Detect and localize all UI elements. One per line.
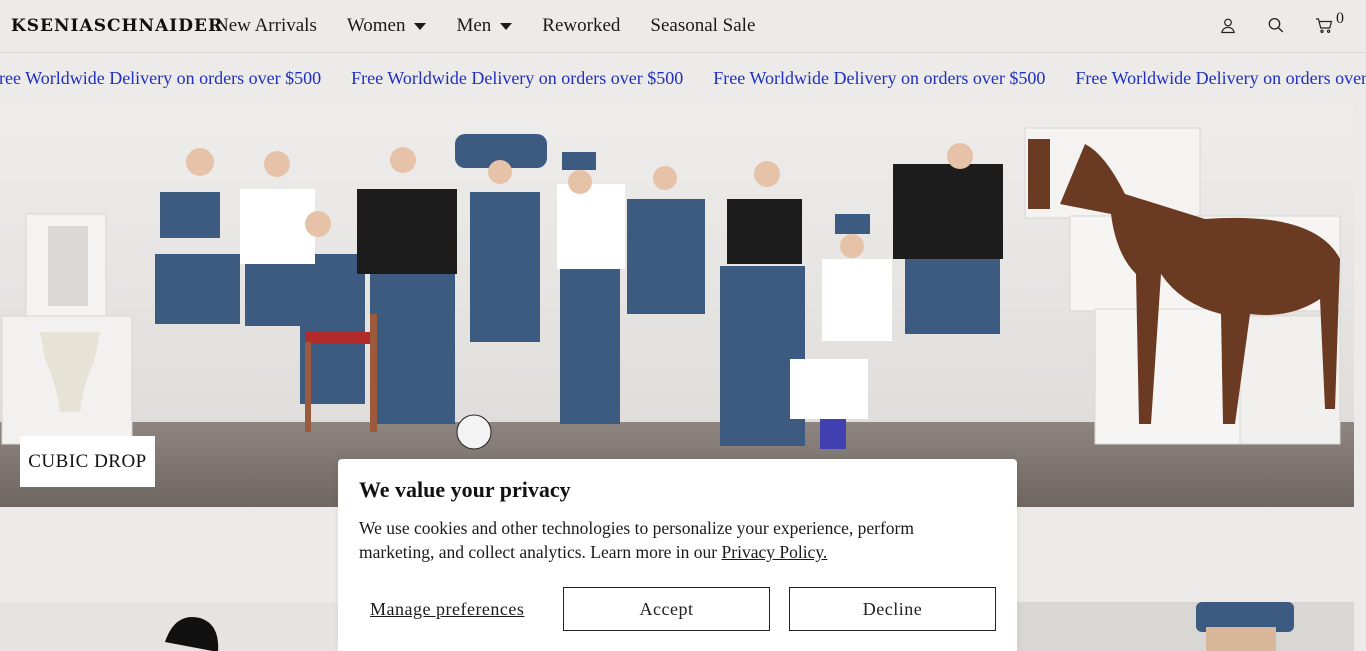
nav-label: Women — [346, 15, 406, 36]
delivery-marquee: Free Worldwide Delivery on orders over $… — [0, 54, 1366, 104]
site-header: KSENIASCHNAIDER New Arrivals Women Men R… — [0, 0, 1366, 53]
marquee-item: Free Worldwide Delivery on orders over $… — [351, 68, 684, 88]
user-icon[interactable] — [1219, 16, 1237, 34]
caret-down-icon — [500, 22, 513, 30]
cookie-body-text: We use cookies and other technologies to… — [359, 518, 914, 562]
hero-photo — [0, 104, 1354, 507]
accept-button[interactable]: Accept — [563, 587, 770, 631]
main-nav: New Arrivals Women Men Reworked Seasonal… — [215, 15, 785, 37]
privacy-policy-link[interactable]: Privacy Policy. — [722, 542, 828, 562]
hero-label[interactable]: CUBIC DROP — [20, 436, 155, 487]
nav-seasonal-sale[interactable]: Seasonal Sale — [650, 15, 755, 37]
marquee-item: Free Worldwide Delivery on orders over $… — [1075, 68, 1366, 88]
nav-label: Seasonal Sale — [650, 15, 756, 36]
cookie-body: We use cookies and other technologies to… — [359, 516, 959, 564]
product-image — [1196, 602, 1294, 651]
cookie-consent-dialog: We value your privacy We use cookies and… — [338, 459, 1017, 651]
nav-women[interactable]: Women — [347, 15, 427, 37]
nav-label: Reworked — [542, 15, 621, 36]
product-image — [165, 617, 219, 651]
marquee-item: Free Worldwide Delivery on orders over $… — [713, 68, 1046, 88]
cookie-title: We value your privacy — [359, 477, 571, 502]
header-icons: 0 — [1219, 10, 1344, 34]
caret-down-icon — [414, 22, 427, 30]
marquee-item: Free Worldwide Delivery on orders over $… — [0, 68, 322, 88]
nav-reworked[interactable]: Reworked — [542, 15, 620, 37]
product-tile-right[interactable] — [1016, 602, 1354, 651]
marquee-track: Free Worldwide Delivery on orders over $… — [0, 68, 1366, 89]
search-icon[interactable] — [1267, 16, 1285, 34]
nav-new-arrivals[interactable]: New Arrivals — [215, 15, 317, 37]
manage-preferences-button[interactable]: Manage preferences — [370, 599, 524, 620]
cart-count: 0 — [1336, 10, 1344, 27]
nav-men[interactable]: Men — [456, 15, 513, 37]
hero-banner[interactable]: CUBIC DROP — [0, 104, 1354, 507]
site-logo[interactable]: KSENIASCHNAIDER — [11, 16, 223, 36]
cart-icon — [1316, 18, 1333, 33]
product-tile-left[interactable] — [0, 602, 338, 651]
nav-label: New Arrivals — [215, 15, 317, 36]
nav-label: Men — [456, 15, 492, 36]
cart-button[interactable]: 0 — [1315, 10, 1344, 34]
decline-button[interactable]: Decline — [789, 587, 996, 631]
